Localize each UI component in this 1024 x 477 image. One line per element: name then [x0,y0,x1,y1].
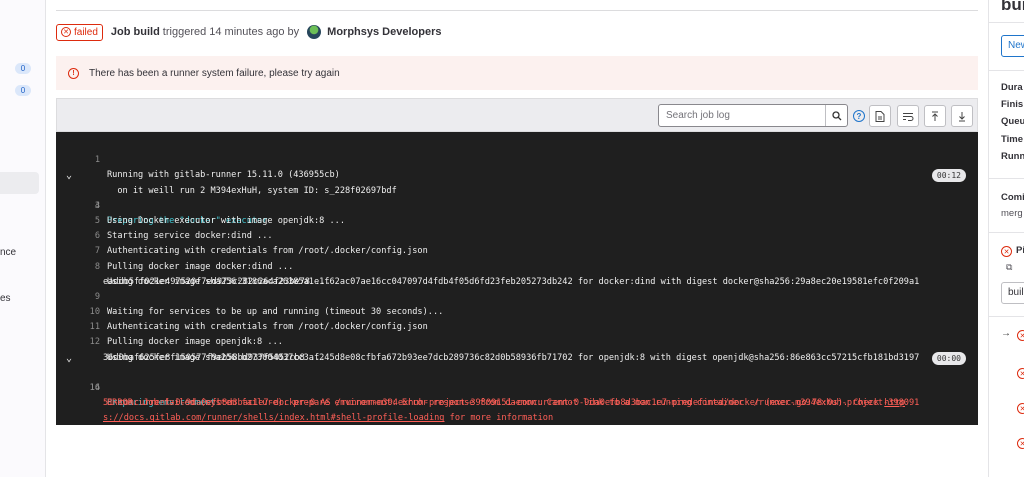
log-line: eaddb5ff021e497520f7ed973c282c264f23be78… [56,260,978,287]
status-label: failed [74,26,98,38]
commit-label: Comi [1001,192,1024,203]
log-line: 5 Starting service docker:dind ... [56,199,978,241]
left-sidebar: 0 0 nce es [0,0,46,477]
log-line: 10 Authenticating with credentials from … [56,290,978,332]
log-line: on it weill run 2 M394exHuH, system ID: … [56,153,978,196]
log-line: 1 Running with gitlab-runner 15.11.0 (43… [56,138,978,180]
stage-dropdown[interactable]: buil [1001,282,1024,304]
status-badge[interactable]: ✕ failed [56,23,103,41]
scroll-down-icon [959,111,965,121]
runner-failure-alert: ! There has been a runner system failure… [56,56,978,90]
log-line: 9 Waiting for services to be up and runn… [56,275,978,317]
commit-message[interactable]: merg [1001,208,1023,219]
document-icon [875,110,885,122]
pipeline-label[interactable]: Pi [1016,245,1024,256]
error-icon: ! [68,67,79,79]
trigger-user-link[interactable]: Morphsys Developers [327,26,441,38]
scroll-up-icon [932,111,938,121]
duration-label: Dura [1001,82,1023,93]
job-title: Job build [110,26,160,38]
log-line: 36d0baf625fe8f150577f9eb58bd937f5452cb8 … [56,335,978,363]
log-line-error: 51-concurrent-0-9da0efb8d3bac1e7-docker-… [56,381,978,408]
search-job-log[interactable] [658,104,848,127]
error-text: for more information [444,413,554,424]
nav-count-badge: 0 [15,85,31,96]
search-icon[interactable] [825,105,847,126]
queued-label: Queu [1001,116,1024,127]
finished-label: Finis [1001,99,1024,110]
log-line: 6 Authenticating with credentials from /… [56,214,978,256]
sidebar-item-label[interactable]: es [0,293,11,304]
section-duration-badge: 00:00 [931,351,966,365]
text-wrap-icon [903,112,914,121]
sidebar-job-title: bui [1001,0,1024,14]
alert-message: There has been a runner system failure, … [89,67,340,79]
log-line: 4 Using Docker executor with image openj… [56,184,978,226]
divider [989,316,1024,317]
job-failed-icon[interactable]: ✕ [1017,403,1024,414]
copy-icon[interactable]: ⧉ [1006,262,1012,273]
current-job-arrow-icon: → [1001,328,1011,339]
log-line: 7 Pulling docker image docker:dind ... [56,229,978,271]
divider [989,22,1024,23]
nav-count-badge: 0 [15,63,31,74]
job-failed-icon[interactable]: ✕ [1017,330,1024,341]
sidebar-active-item[interactable] [0,172,39,194]
log-line-error: 16 ERROR: Job failed (system failure): p… [56,366,978,408]
job-log: 1 Running with gitlab-runner 15.11.0 (43… [56,132,978,425]
pipeline-failed-icon[interactable]: ✕ [1001,246,1012,257]
search-input[interactable] [659,105,825,126]
job-failed-icon[interactable]: ✕ [1017,368,1024,379]
scroll-to-bottom-button[interactable] [951,105,973,127]
wrap-lines-button[interactable] [897,105,919,127]
log-section-header[interactable]: ⌄ 14 Preparing environment 00:00 [56,351,978,408]
avatar[interactable] [307,25,322,39]
sidebar-item-label[interactable]: nce [0,247,16,258]
divider [989,232,1024,233]
triggered-text: triggered 14 minutes ago by [162,26,300,38]
error-text-continued: s://docs.gitlab.com/runner/shells/index.… [103,411,553,426]
timeout-label: Time [1001,134,1024,145]
divider [56,10,978,11]
right-sidebar: bui New Dura Finis Queu Time Runn Comi m… [988,0,1024,477]
log-line-error: s://docs.gitlab.com/runner/shells/index.… [56,396,978,423]
status-failed-icon: ✕ [61,27,71,37]
divider [989,178,1024,179]
log-line: 8 Using docker image sha256:3186aca26385… [56,244,978,287]
scroll-to-top-button[interactable] [924,105,946,127]
divider [989,70,1024,71]
job-log-toolbar: ? [56,98,978,132]
question-icon[interactable]: ? [853,110,865,122]
job-failed-icon[interactable]: ✕ [1017,438,1024,449]
job-header: ✕ failed Job build triggered 14 minutes … [56,22,442,42]
section-duration-badge: 00:12 [931,169,966,183]
chevron-down-icon[interactable]: ⌄ [66,168,72,183]
log-line: 12 Using docker image sha256:b273004037c… [56,320,978,362]
log-section-header[interactable]: ⌄ 3 Preparing the "docker" executor 00:1… [56,168,978,226]
log-line: 11 Pulling docker image openjdk:8 ... [56,305,978,347]
new-issue-button[interactable]: New [1001,35,1024,57]
runner-label: Runn [1001,151,1024,162]
chevron-down-icon[interactable]: ⌄ [66,351,72,366]
docs-link[interactable]: s://docs.gitlab.com/runner/shells/index.… [103,413,444,423]
raw-log-button[interactable] [869,105,891,127]
